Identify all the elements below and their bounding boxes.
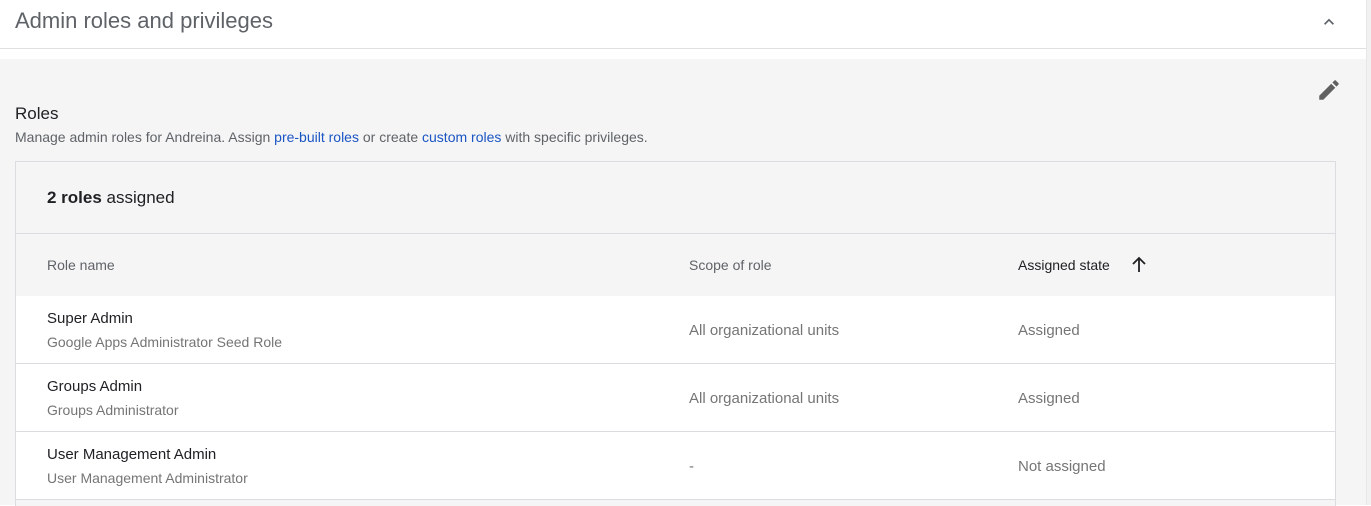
chevron-up-icon[interactable]	[1319, 12, 1339, 32]
column-header-scope[interactable]: Scope of role	[689, 257, 772, 273]
role-scope: All organizational units	[689, 390, 840, 407]
pre-built-roles-link[interactable]: pre-built roles	[274, 129, 359, 145]
table-row[interactable]: Groups Admin Groups Administrator All or…	[16, 364, 1335, 432]
roles-count: 2 roles assigned	[47, 188, 175, 208]
table-header: Role name Scope of role Assigned state	[16, 233, 1335, 297]
desc-middle: or create	[358, 129, 423, 145]
admin-roles-header[interactable]: Admin roles and privileges	[0, 0, 1366, 49]
roles-count-number: 2 roles	[47, 188, 102, 207]
role-name: Super Admin	[47, 310, 133, 327]
role-scope: -	[689, 458, 694, 475]
role-state: Assigned	[1018, 322, 1080, 339]
role-state: Not assigned	[1018, 458, 1106, 475]
role-description: Google Apps Administrator Seed Role	[47, 334, 283, 350]
pencil-icon[interactable]	[1316, 77, 1342, 103]
roles-description: Manage admin roles for Andreina. Assign …	[15, 129, 648, 145]
custom-roles-link[interactable]: custom roles	[422, 129, 501, 145]
column-header-assigned-state[interactable]: Assigned state	[1018, 257, 1110, 273]
arrow-up-icon[interactable]	[1131, 256, 1147, 274]
desc-suffix: with specific privileges.	[501, 129, 648, 145]
role-name: Groups Admin	[47, 378, 143, 395]
role-name: User Management Admin	[47, 446, 217, 463]
roles-card: 2 roles assigned Role name Scope of role…	[15, 161, 1336, 506]
roles-heading: Roles	[15, 104, 59, 123]
role-description: Groups Administrator	[47, 402, 179, 418]
table-row[interactable]: User Management Admin User Management Ad…	[16, 432, 1335, 500]
column-header-role-name[interactable]: Role name	[47, 257, 115, 273]
scrollbar[interactable]	[1366, 0, 1371, 505]
role-description: User Management Administrator	[47, 470, 248, 486]
roles-section: Roles Manage admin roles for Andreina. A…	[0, 59, 1366, 506]
role-state: Assigned	[1018, 390, 1080, 407]
role-scope: All organizational units	[689, 322, 840, 339]
roles-count-label: assigned	[101, 188, 175, 207]
desc-prefix: Manage admin roles for Andreina. Assign	[15, 129, 275, 145]
section-title: Admin roles and privileges	[15, 8, 274, 33]
table-row[interactable]: Super Admin Google Apps Administrator Se…	[16, 296, 1335, 364]
